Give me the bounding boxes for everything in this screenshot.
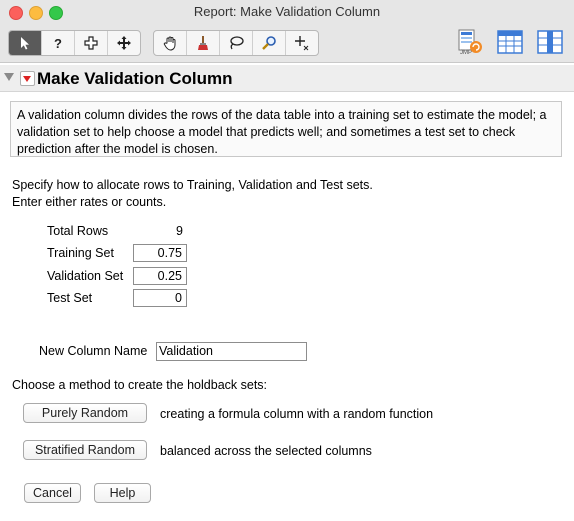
purely-random-button[interactable]: Purely Random [23, 403, 147, 423]
magnifier-icon [262, 36, 276, 50]
method-title: Choose a method to create the holdback s… [12, 378, 268, 392]
svg-text:JMP: JMP [460, 50, 472, 56]
jmp-home-icon: JMP [458, 29, 482, 56]
training-set-input[interactable]: 0.75 [133, 244, 187, 262]
test-set-label: Test Set [47, 291, 93, 305]
crosshair-icon [295, 36, 309, 51]
maximize-window-button[interactable] [49, 6, 63, 20]
help-tool-button[interactable]: ? [42, 31, 75, 55]
total-rows-label: Total Rows [47, 224, 109, 238]
instructions-line-1: Specify how to allocate rows to Training… [12, 178, 373, 192]
purely-random-description: creating a formula column with a random … [160, 407, 434, 421]
question-icon: ? [54, 35, 62, 51]
column-tool-button[interactable] [535, 27, 565, 57]
validation-set-label: Validation Set [47, 269, 124, 283]
brush-icon [198, 36, 208, 50]
new-column-name-input[interactable]: Validation [156, 342, 307, 361]
test-set-input[interactable]: 0 [133, 289, 187, 307]
crosshair-tool-button[interactable] [286, 31, 318, 55]
grabber-tool-button[interactable] [154, 31, 187, 55]
move-arrows-icon [117, 36, 131, 50]
plus-cross-icon [84, 36, 98, 50]
total-rows-value: 9 [176, 224, 183, 238]
title-bar: Report: Make Validation Column [0, 0, 574, 24]
report-window: Report: Make Validation Column ? JMP Mak… [0, 0, 574, 521]
training-set-label: Training Set [47, 246, 114, 260]
minimize-window-button[interactable] [29, 6, 43, 20]
lasso-tool-button[interactable] [220, 31, 253, 55]
close-window-button[interactable] [9, 6, 23, 20]
magnifier-tool-button[interactable] [253, 31, 286, 55]
stratified-random-description: balanced across the selected columns [160, 444, 372, 458]
description-box: A validation column divides the rows of … [10, 101, 562, 157]
lasso-icon [230, 36, 244, 50]
brush-tool-button[interactable] [187, 31, 220, 55]
outline-header: Make Validation Column [0, 65, 574, 92]
window-title: Report: Make Validation Column [193, 4, 381, 19]
scroller-tool-button[interactable] [108, 31, 140, 55]
instructions: Specify how to allocate rows to Training… [12, 177, 373, 211]
arrow-icon [21, 37, 29, 50]
hand-icon [163, 36, 176, 51]
report-content: Make Validation Column A validation colu… [0, 63, 574, 521]
jmp-home-tool-button[interactable]: JMP [454, 27, 484, 57]
report-title: Make Validation Column [37, 69, 233, 88]
help-button[interactable]: Help [94, 483, 151, 503]
stratified-random-button[interactable]: Stratified Random [23, 440, 147, 460]
data-table-icon [497, 30, 523, 54]
tool-group-interact [153, 30, 319, 56]
arrow-tool-button[interactable] [9, 31, 42, 55]
disclosure-triangle-icon[interactable] [4, 73, 14, 81]
column-icon [537, 30, 563, 54]
cancel-button[interactable]: Cancel [24, 483, 81, 503]
new-column-name-label: New Column Name [39, 344, 148, 358]
toolbar: ? JMP [0, 24, 574, 63]
red-triangle-menu-icon[interactable] [20, 71, 35, 86]
validation-set-input[interactable]: 0.25 [133, 267, 187, 285]
tool-group-basic: ? [8, 30, 141, 56]
selection-tool-button[interactable] [75, 31, 108, 55]
data-table-tool-button[interactable] [495, 27, 525, 57]
instructions-line-2: Enter either rates or counts. [12, 195, 167, 209]
